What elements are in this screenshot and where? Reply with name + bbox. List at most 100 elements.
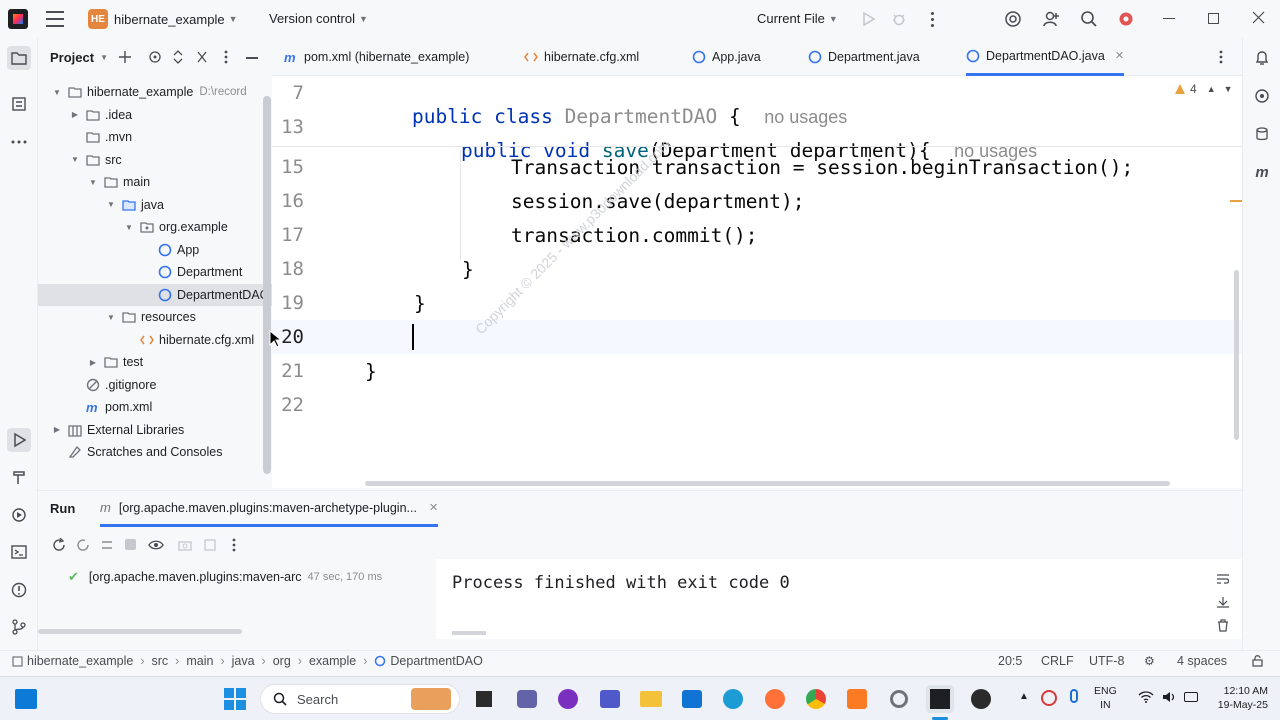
app-logo-icon[interactable] (8, 9, 28, 29)
code-line[interactable]: } (462, 258, 474, 281)
add-user-icon[interactable] (1042, 10, 1060, 28)
close-window-icon[interactable] (1252, 11, 1265, 24)
file-encoding[interactable]: UTF-8 (1089, 654, 1124, 668)
chevron-down-icon[interactable]: ▼ (52, 88, 62, 97)
editor-tab[interactable]: App.java (692, 38, 761, 76)
settings-icon[interactable] (885, 685, 913, 713)
tree-item[interactable]: ▼ java (38, 194, 272, 216)
git-icon[interactable] (7, 615, 31, 639)
maximize-icon[interactable] (1208, 13, 1219, 24)
teams-icon[interactable] (596, 685, 624, 713)
trash-icon[interactable] (1217, 619, 1229, 632)
database-icon[interactable] (1250, 122, 1274, 146)
tree-item[interactable]: App (38, 239, 272, 261)
code-editor[interactable]: 7 public class DepartmentDAO { no usages… (272, 76, 1242, 488)
tree-item[interactable]: ▼ hibernate_example D:\record (38, 81, 272, 103)
structure-icon[interactable] (7, 92, 31, 116)
project-widget[interactable]: HE hibernate_example ▼ (88, 9, 238, 29)
run-tree-scrollbar[interactable] (38, 629, 242, 634)
expand-all-icon[interactable] (172, 50, 184, 64)
tree-item[interactable]: ▶ External Libraries (38, 419, 272, 441)
breadcrumb-item[interactable]: DepartmentDAO (390, 654, 482, 668)
add-icon[interactable] (118, 50, 132, 64)
chevron-down-icon[interactable]: ▼ (106, 313, 116, 322)
clock[interactable]: 12:10 AM 19-May-25 (1210, 684, 1268, 712)
chevron-down-icon[interactable]: ▼ (1224, 84, 1233, 94)
chevron-right-icon[interactable]: ▶ (88, 358, 98, 367)
toggle-icon[interactable] (100, 538, 114, 552)
minimize-icon[interactable] (1163, 18, 1175, 19)
warning-indicator[interactable]: 4 ▲ ▼ (1174, 82, 1233, 96)
more-tools-icon[interactable] (7, 130, 31, 154)
soft-wrap-icon[interactable] (1216, 573, 1230, 585)
taskbar-search[interactable]: Search (260, 684, 460, 714)
code-line[interactable]: } (414, 292, 426, 315)
project-scrollbar[interactable] (263, 96, 271, 474)
firefox-icon[interactable] (761, 685, 789, 713)
build-hammer-icon[interactable] (7, 465, 31, 489)
task-view-icon[interactable] (470, 685, 498, 713)
vcs-widget[interactable]: Version control ▼ (269, 11, 368, 26)
tree-item[interactable]: Department (38, 261, 272, 283)
search-icon[interactable] (1080, 10, 1098, 28)
notifications-bell-icon[interactable] (1250, 46, 1274, 70)
chevron-down-icon[interactable]: ▼ (88, 178, 98, 187)
chevron-down-icon[interactable]: ▼ (106, 200, 116, 209)
more-vertical-icon[interactable] (232, 538, 236, 552)
chevron-down-icon[interactable]: ▼ (70, 155, 80, 164)
app-purple-icon[interactable] (554, 685, 582, 713)
rerun-failed-icon[interactable] (76, 538, 90, 552)
editor-tab[interactable]: Department.java (808, 38, 920, 76)
tree-item[interactable]: Scratches and Consoles (38, 441, 272, 463)
tree-item[interactable]: ▼ main (38, 171, 272, 193)
tray-chevron-up-icon[interactable]: ▲ (1019, 691, 1029, 702)
xampp-icon[interactable] (843, 685, 871, 713)
widgets-icon[interactable] (12, 685, 40, 713)
editor-tab[interactable]: hibernate.cfg.xml (524, 38, 639, 76)
line-separator[interactable]: CRLF (1041, 654, 1074, 668)
terminal-icon[interactable] (7, 540, 31, 564)
teams-chat-icon[interactable] (513, 685, 541, 713)
options-more-icon[interactable] (224, 50, 228, 64)
locate-target-icon[interactable] (148, 50, 162, 64)
edge-icon[interactable] (719, 685, 747, 713)
run-config-widget[interactable]: Current File ▼ (757, 11, 838, 26)
chevron-down-icon[interactable]: ▼ (124, 223, 134, 232)
camera-icon[interactable] (178, 539, 192, 551)
export-icon[interactable] (204, 539, 216, 551)
ai-chat-icon[interactable] (1250, 84, 1274, 108)
recorder-icon[interactable] (967, 685, 995, 713)
horizontal-scrollbar[interactable] (365, 481, 1170, 486)
file-explorer-icon[interactable] (637, 685, 665, 713)
maven-icon[interactable]: m (1250, 160, 1274, 184)
code-line[interactable]: session.save(department); (511, 190, 805, 213)
battery-icon[interactable] (1184, 692, 1198, 702)
hide-panel-icon[interactable] (246, 57, 258, 59)
editorconfig-icon[interactable]: ⚙ (1144, 654, 1155, 668)
scroll-to-end-icon[interactable] (1216, 596, 1230, 608)
tree-item[interactable]: ▼ resources (38, 306, 272, 328)
breadcrumb-item[interactable]: src (152, 654, 169, 668)
run-tool-icon[interactable] (7, 428, 31, 452)
tree-item[interactable]: ▶ .idea (38, 104, 272, 126)
code-line[interactable]: Transaction transaction = session.beginT… (511, 156, 1133, 179)
ai-assistant-icon[interactable] (1004, 10, 1022, 28)
editor-tab[interactable]: DepartmentDAO.java ✕ (966, 38, 1125, 76)
stop-icon[interactable] (125, 539, 136, 550)
indent-setting[interactable]: 4 spaces (1177, 654, 1227, 668)
chrome-icon[interactable] (802, 685, 830, 713)
rerun-icon[interactable] (52, 538, 66, 552)
run-console[interactable]: Process finished with exit code 0 (436, 559, 1242, 639)
vertical-scrollbar[interactable] (1234, 270, 1239, 440)
chevron-up-icon[interactable]: ▲ (1207, 84, 1216, 94)
project-folder-icon[interactable] (7, 46, 31, 70)
code-line[interactable]: transaction.commit(); (511, 224, 758, 247)
volume-icon[interactable] (1162, 691, 1178, 703)
breadcrumb-item[interactable]: example (309, 654, 356, 668)
breadcrumb-item[interactable]: main (186, 654, 213, 668)
tree-item[interactable]: .mvn (38, 126, 272, 148)
run-icon[interactable] (860, 11, 876, 27)
chevron-right-icon[interactable]: ▶ (52, 425, 62, 434)
tray-app-icon[interactable] (1041, 690, 1057, 706)
tree-item[interactable]: ▶ test (38, 351, 272, 373)
